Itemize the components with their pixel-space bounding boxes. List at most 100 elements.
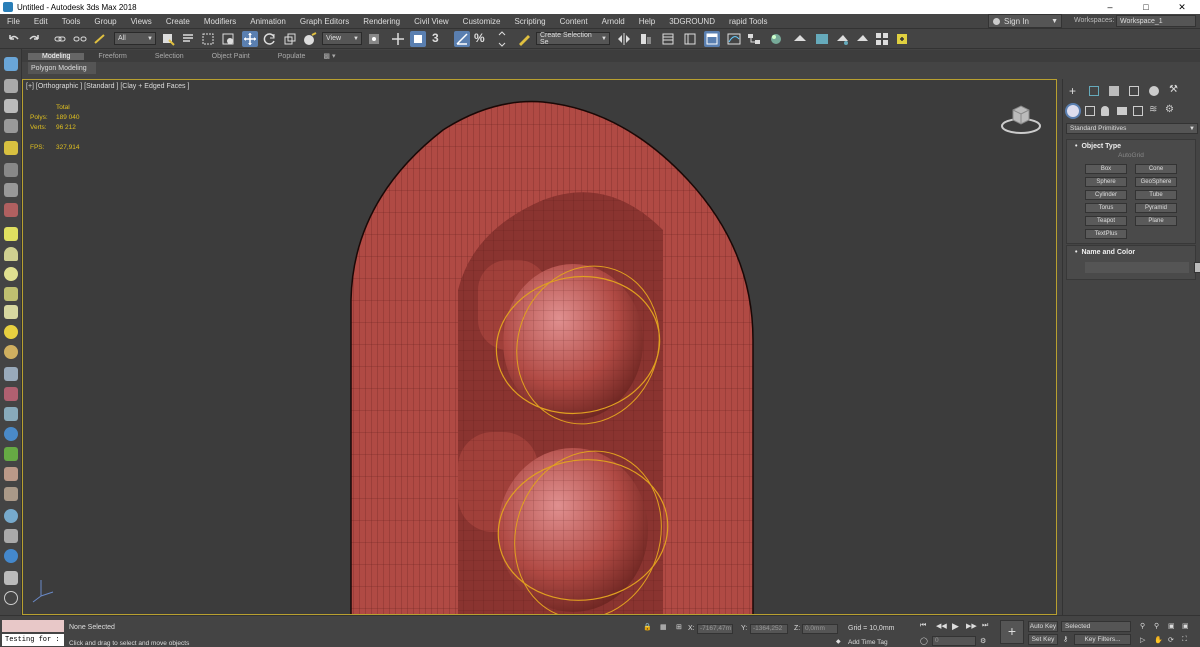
biped-icon[interactable]: [4, 407, 18, 421]
scene-explorer-icon[interactable]: [660, 31, 676, 47]
space-warps-icon[interactable]: ≋: [1149, 104, 1157, 115]
plane-icon[interactable]: [4, 227, 18, 241]
cylinder-button[interactable]: Cylinder: [1085, 190, 1127, 200]
pyramid-button[interactable]: Pyramid: [1135, 203, 1177, 213]
globe-icon[interactable]: [4, 427, 18, 441]
tab-populate[interactable]: Populate: [264, 53, 320, 60]
goto-start-icon[interactable]: ⏮: [920, 622, 926, 630]
utilities-tab-icon[interactable]: ⚒: [1169, 84, 1178, 95]
space-warp-icon[interactable]: [4, 183, 18, 197]
menu-arnold[interactable]: Arnold: [595, 17, 632, 26]
menu-customize[interactable]: Customize: [456, 17, 508, 26]
selection-filter-dropdown[interactable]: All ▼: [114, 32, 156, 45]
undo-icon[interactable]: [6, 31, 22, 47]
x-coordinate-field[interactable]: -7167,47m: [697, 624, 733, 634]
edit-named-selection-icon[interactable]: [516, 31, 532, 47]
hierarchy-tab-icon[interactable]: [1109, 86, 1119, 96]
redo-icon[interactable]: [26, 31, 42, 47]
select-object-icon[interactable]: [160, 31, 176, 47]
sign-in-button[interactable]: Sign In ▼: [988, 14, 1062, 28]
menu-animation[interactable]: Animation: [243, 17, 293, 26]
percent-snap-toggle-icon[interactable]: %: [474, 31, 490, 47]
geometry-icon[interactable]: [1067, 105, 1079, 117]
rectangular-selection-icon[interactable]: [200, 31, 216, 47]
spinner-snap-toggle-icon[interactable]: [494, 31, 510, 47]
autogrid-checkbox[interactable]: AutoGrid: [1067, 152, 1195, 162]
play-icon[interactable]: ▶: [952, 621, 959, 632]
character-icon[interactable]: [4, 467, 18, 481]
previous-frame-icon[interactable]: ◀◀: [936, 622, 947, 630]
zoom-extents-all-icon[interactable]: ▣: [1182, 622, 1189, 630]
teapot-button[interactable]: Teapot: [1085, 216, 1127, 226]
systems-tab-icon[interactable]: ⚙: [1165, 104, 1174, 115]
time-config-icon[interactable]: ⚙: [980, 637, 986, 645]
viewport-orthographic[interactable]: [+] [Orthographic ] [Standard ] [Clay + …: [22, 79, 1057, 615]
viewcube-icon[interactable]: [1000, 100, 1042, 136]
layers-icon[interactable]: [4, 119, 18, 133]
pivot-center-icon[interactable]: [366, 31, 382, 47]
select-and-scale-icon[interactable]: [282, 31, 298, 47]
bind-space-warp-icon[interactable]: [92, 31, 108, 47]
viewport-label[interactable]: [+] [Orthographic ] [Standard ] [Clay + …: [26, 83, 189, 90]
tab-freeform[interactable]: Freeform: [84, 53, 140, 60]
document-icon[interactable]: [4, 529, 18, 543]
polygon-modeling-panel[interactable]: Polygon Modeling: [28, 62, 96, 74]
maximize-icon[interactable]: □: [1128, 2, 1164, 13]
menu-rendering[interactable]: Rendering: [356, 17, 407, 26]
zoom-icon[interactable]: ⚲: [1140, 622, 1145, 630]
maxscript-output[interactable]: Testing for :: [2, 634, 64, 646]
y-coordinate-field[interactable]: -1364,252: [750, 624, 788, 634]
tab-selection[interactable]: Selection: [141, 53, 198, 60]
material-sphere-icon[interactable]: [4, 509, 18, 523]
helpers-icon[interactable]: [1133, 106, 1143, 116]
keyboard-shortcut-override-icon[interactable]: [410, 31, 426, 47]
toggle-ribbon-icon[interactable]: [704, 31, 720, 47]
unlink-icon[interactable]: [72, 31, 88, 47]
paint-icon[interactable]: [4, 387, 18, 401]
render-icon[interactable]: [4, 549, 18, 563]
mirror-icon[interactable]: [616, 31, 632, 47]
menu-edit[interactable]: Edit: [27, 17, 55, 26]
menu-help[interactable]: Help: [632, 17, 662, 26]
torus-button[interactable]: Torus: [1085, 203, 1127, 213]
plane-button[interactable]: Plane: [1135, 216, 1177, 226]
reference-coord-dropdown[interactable]: View ▼: [322, 32, 362, 45]
align-icon[interactable]: [638, 31, 654, 47]
schematic-view-icon[interactable]: [746, 31, 762, 47]
menu-3dground[interactable]: 3DGROUND: [662, 17, 722, 26]
close-icon[interactable]: ✕: [1164, 2, 1200, 13]
plant-icon[interactable]: [4, 447, 18, 461]
link-icon[interactable]: [52, 31, 68, 47]
select-and-rotate-icon[interactable]: [262, 31, 278, 47]
geosphere-button[interactable]: GeoSphere: [1135, 177, 1177, 187]
rendered-frame-window-icon[interactable]: [814, 31, 830, 47]
cone-icon[interactable]: [4, 305, 18, 319]
select-and-move-icon[interactable]: [242, 31, 258, 47]
sun-icon[interactable]: [4, 325, 18, 339]
menu-content[interactable]: Content: [553, 17, 595, 26]
ribbon-options-icon[interactable]: ▩ ▾: [319, 52, 339, 60]
lock-selection-icon[interactable]: 🔒: [643, 623, 652, 631]
helper-icon[interactable]: [4, 163, 18, 177]
zoom-extents-icon[interactable]: ▣: [1168, 622, 1175, 630]
light-icon[interactable]: [4, 141, 18, 155]
menu-scripting[interactable]: Scripting: [507, 17, 552, 26]
object-color-swatch[interactable]: [1194, 262, 1200, 273]
motion-tab-icon[interactable]: [1129, 86, 1139, 96]
key-filters-button[interactable]: Key Filters...: [1074, 634, 1131, 645]
select-and-place-icon[interactable]: [302, 31, 318, 47]
hemisphere-icon[interactable]: [4, 247, 18, 261]
menu-civil-view[interactable]: Civil View: [407, 17, 456, 26]
absolute-mode-icon[interactable]: ⊞: [676, 623, 682, 631]
menu-create[interactable]: Create: [159, 17, 197, 26]
tube-button[interactable]: Tube: [1135, 190, 1177, 200]
display-tab-icon[interactable]: [1149, 86, 1159, 96]
workspace-select[interactable]: Workspace_1: [1116, 15, 1196, 27]
material-editor-icon[interactable]: [768, 31, 784, 47]
curve-editor-icon[interactable]: [726, 31, 742, 47]
set-key-icon[interactable]: +: [1000, 620, 1024, 644]
hierarchy-icon[interactable]: [4, 79, 18, 93]
render-in-cloud-icon[interactable]: [874, 31, 890, 47]
maxscript-listener-input[interactable]: [2, 620, 64, 632]
tab-modeling[interactable]: Modeling: [28, 52, 85, 60]
